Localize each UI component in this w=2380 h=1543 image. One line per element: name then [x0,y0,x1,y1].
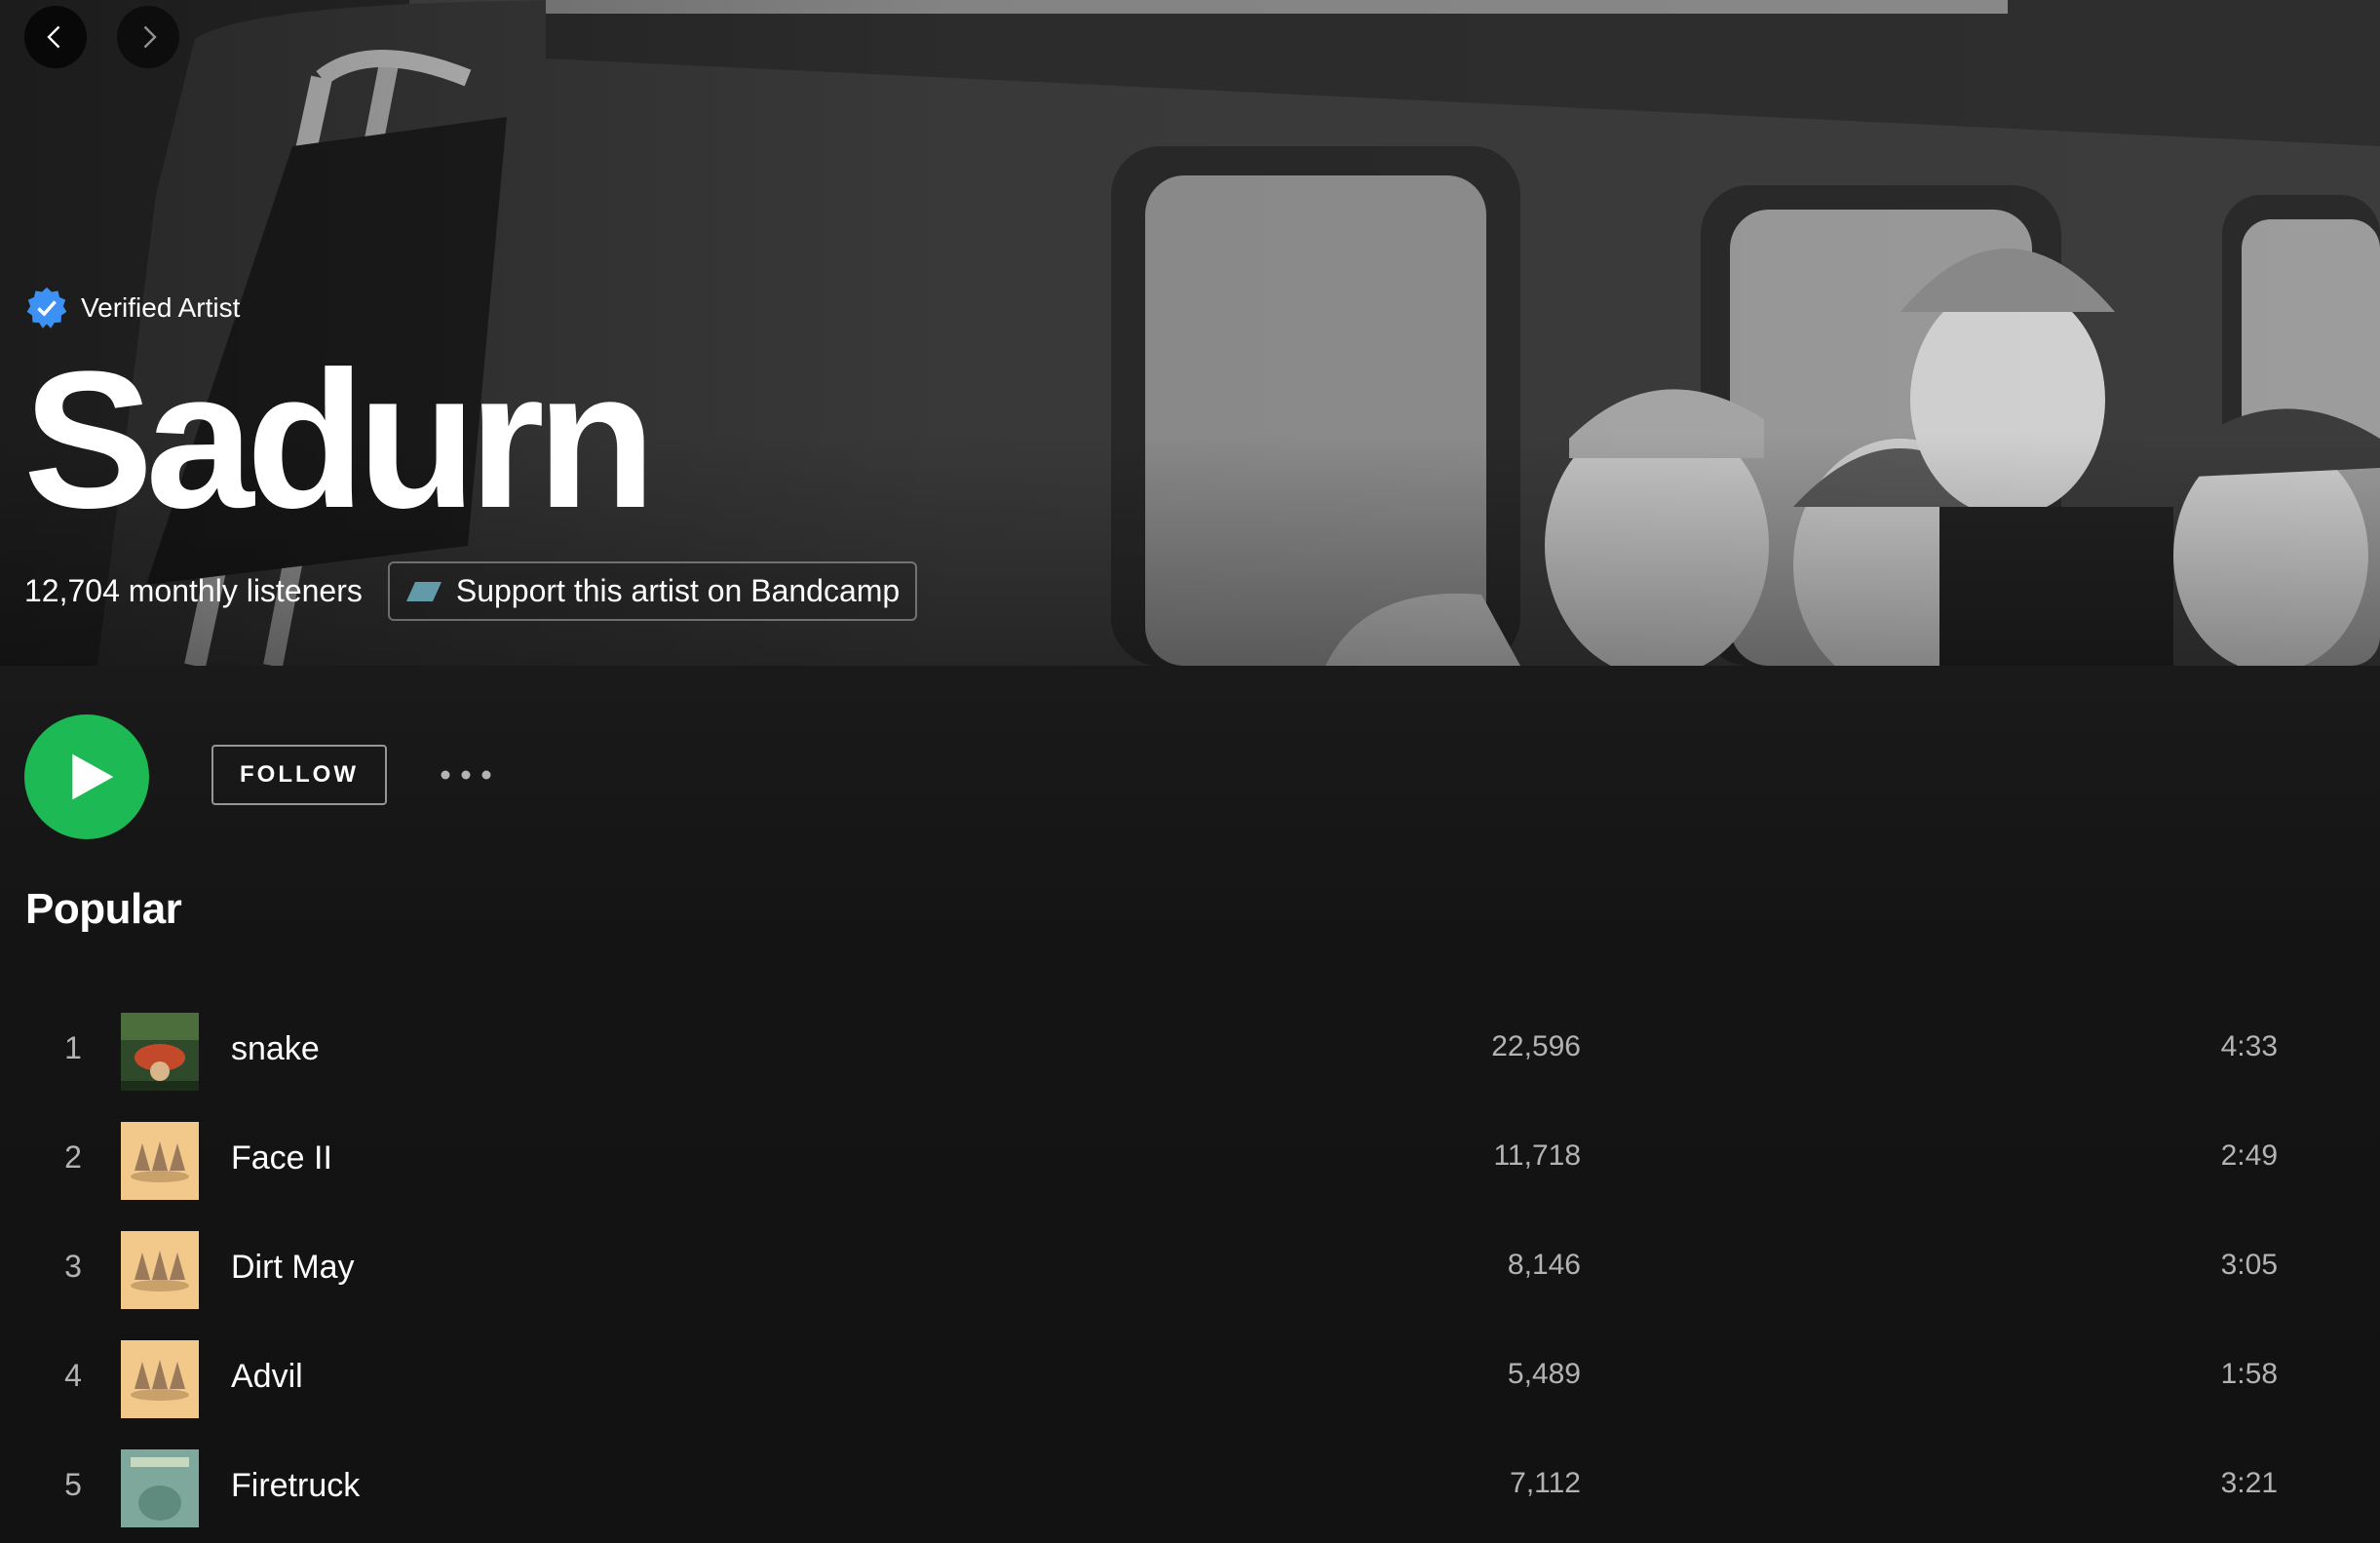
track-row[interactable]: 2 Face II 11,718 2:49 [0,1106,2380,1215]
chevron-left-icon [47,25,60,49]
gnome-album-art [121,1231,199,1309]
track-row[interactable]: 5 Firetruck 7,112 3:21 [0,1434,2380,1543]
artist-hero: Verified Artist Sadurn 12,704 monthly li… [0,0,2380,666]
track-play-count: 7,112 [1510,1467,1581,1499]
verified-artist-label: Verified Artist [81,292,241,323]
track-title[interactable]: Firetruck [231,1467,360,1505]
track-title[interactable]: Dirt May [231,1249,355,1287]
track-duration: 4:33 [2220,1030,2278,1062]
track-number: 3 [64,1249,82,1284]
forward-button[interactable] [117,6,179,68]
track-duration: 3:21 [2220,1467,2278,1499]
more-options-icon [441,770,491,780]
teal-album-art [121,1449,199,1527]
track-row[interactable]: 1 snake 22,596 4:33 [0,997,2380,1106]
gnome-album-art [121,1122,199,1200]
verified-artist-badge: Verified Artist [24,286,240,330]
back-button[interactable] [24,6,87,68]
track-number: 5 [64,1467,82,1502]
chevron-right-icon [143,25,157,49]
more-options-button[interactable] [437,753,495,796]
artist-name: Sadurn [23,331,656,549]
track-row[interactable]: 3 Dirt May 8,146 3:05 [0,1215,2380,1325]
verified-badge-icon [26,287,67,328]
gnome-album-art [121,1340,199,1418]
bandcamp-support-button[interactable]: Support this artist on Bandcamp [387,561,918,621]
track-play-count: 11,718 [1493,1139,1581,1172]
track-row[interactable]: 4 Advil 5,489 1:58 [0,1325,2380,1434]
track-duration: 1:58 [2220,1358,2278,1390]
bandcamp-support-label: Support this artist on Bandcamp [455,573,901,608]
artist-content: FOLLOW Popular 1 snake 22,596 4:33 2 Fac… [0,666,2380,1527]
green-album-art [121,1013,199,1091]
play-button[interactable] [24,714,149,839]
popular-section-title: Popular [25,885,182,933]
track-duration: 2:49 [2220,1139,2278,1172]
track-play-count: 22,596 [1491,1030,1581,1062]
monthly-listeners: 12,704 monthly listeners [24,573,363,608]
track-title[interactable]: Advil [231,1358,303,1396]
track-title[interactable]: Face II [231,1139,332,1177]
play-icon [72,753,114,800]
artist-stats: 12,704 monthly listeners Support this ar… [24,561,918,621]
bandcamp-icon [405,581,441,601]
track-duration: 3:05 [2220,1249,2278,1281]
track-title[interactable]: snake [231,1030,320,1068]
popular-track-list: 1 snake 22,596 4:33 2 Face II 11,718 2:4… [0,997,2380,1543]
track-play-count: 8,146 [1507,1249,1581,1281]
track-play-count: 5,489 [1507,1358,1581,1390]
follow-button[interactable]: FOLLOW [211,745,387,805]
track-number: 2 [64,1139,82,1175]
track-number: 4 [64,1358,82,1393]
track-number: 1 [64,1030,82,1065]
